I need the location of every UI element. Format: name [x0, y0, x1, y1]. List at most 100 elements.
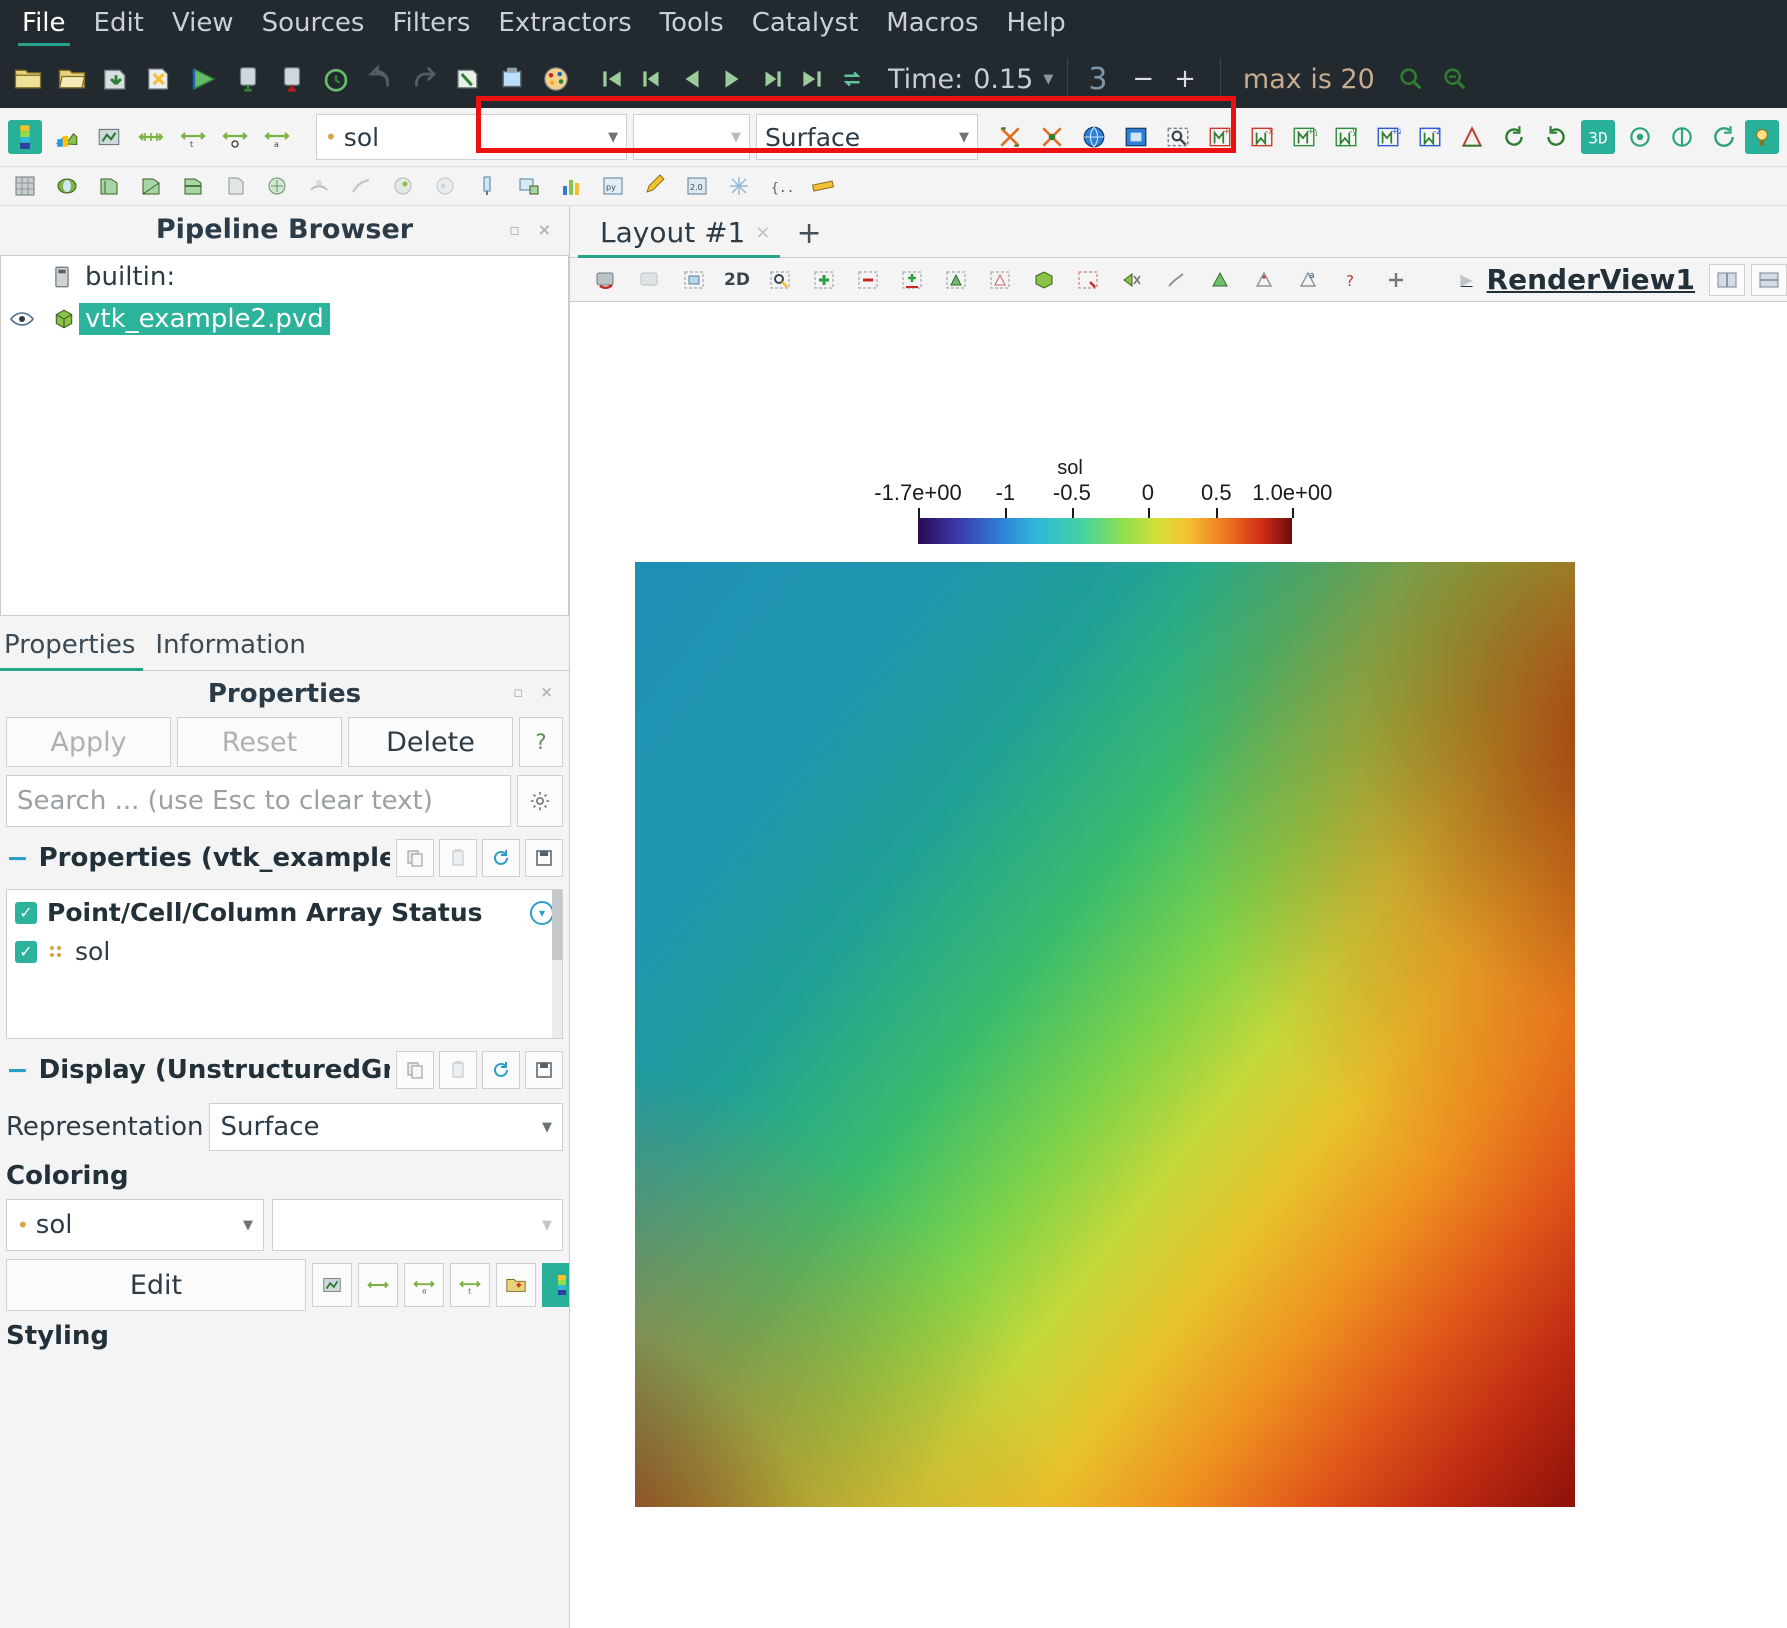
properties-section-header[interactable]: − Properties (vtk_example2.pvd) [0, 827, 569, 883]
restore-display-defaults-icon[interactable] [482, 1051, 520, 1089]
extract-subset-icon[interactable] [262, 171, 292, 201]
visibility-eye-icon[interactable] [5, 311, 39, 327]
restore-defaults-icon[interactable] [482, 839, 520, 877]
array-status-options-icon[interactable]: ▾ [530, 900, 554, 925]
timer-icon[interactable] [318, 61, 354, 97]
rescale-to-data-range-icon[interactable] [134, 120, 168, 154]
set-view-minus-z-icon[interactable]: -z [1413, 120, 1447, 154]
close-icon[interactable]: × [755, 222, 770, 243]
select-surface-cells-icon[interactable] [592, 266, 620, 294]
calculator-filter-icon[interactable] [52, 171, 82, 201]
advanced-properties-gear-icon[interactable] [517, 775, 563, 827]
edit-color-map-button[interactable]: Edit [6, 1259, 306, 1311]
view-menu-arrow-icon[interactable]: ▶ [1460, 270, 1472, 289]
frame-decrement-button[interactable]: − [1122, 64, 1164, 94]
set-view-minus-y-icon[interactable]: -y [1329, 120, 1363, 154]
disconnect-server-icon[interactable] [274, 61, 310, 97]
toggle-interactive-mode-icon[interactable]: 3D [1581, 120, 1615, 154]
edit-color-map-icon[interactable] [50, 120, 84, 154]
interactive-select-cells-icon[interactable] [942, 266, 970, 294]
chevron-down-icon-3[interactable]: ▼ [949, 130, 969, 145]
rotate-90-ccw-icon[interactable] [1497, 120, 1531, 154]
time-dropdown-caret[interactable]: ▼ [1043, 72, 1053, 87]
chevron-down-icon-6[interactable]: ▼ [542, 1218, 552, 1233]
save-display-defaults-icon[interactable] [525, 1051, 563, 1089]
copy-properties-icon[interactable] [396, 839, 434, 877]
edit-color-legend-icon[interactable] [312, 1263, 352, 1307]
copy-display-icon[interactable] [396, 1051, 434, 1089]
choose-preset-icon[interactable] [496, 1263, 536, 1307]
screenshot-icon[interactable] [494, 61, 530, 97]
camera-undo-icon[interactable] [450, 61, 486, 97]
previous-frame-button[interactable] [635, 62, 669, 96]
array-item-sol[interactable]: ✓ sol [7, 927, 562, 966]
subtract-selection-icon[interactable] [854, 266, 882, 294]
grow-selection-icon[interactable] [898, 266, 926, 294]
split-vertical-button[interactable] [1751, 263, 1787, 296]
toggle-color-legend-button[interactable] [542, 1263, 569, 1307]
chevron-down-icon[interactable]: ▼ [598, 130, 618, 145]
connect-icon[interactable] [186, 61, 222, 97]
hover-cells-icon[interactable] [1162, 266, 1190, 294]
collapse-icon-2[interactable]: − [6, 1055, 33, 1086]
frame-index-input[interactable]: 3 [1082, 62, 1122, 97]
color-component-combo[interactable]: ▼ [633, 114, 750, 160]
camera-box-icon[interactable] [1119, 120, 1153, 154]
clip-filter-icon[interactable] [136, 171, 166, 201]
last-frame-button[interactable] [795, 62, 829, 96]
menu-edit[interactable]: Edit [80, 4, 158, 46]
time-value[interactable]: 0.15 [973, 64, 1033, 95]
threshold-filter-icon[interactable] [220, 171, 250, 201]
rescale-custom-range-icon[interactable]: a [260, 120, 294, 154]
interactive-select-points-icon[interactable] [986, 266, 1014, 294]
add-layout-tab-button[interactable]: + [780, 216, 837, 257]
menu-filters[interactable]: Filters [378, 4, 484, 46]
reset-camera-closest-icon[interactable] [1455, 120, 1489, 154]
expression-icon[interactable]: {..} [766, 171, 796, 201]
frame-increment-button[interactable]: + [1164, 64, 1206, 94]
menu-tools[interactable]: Tools [646, 4, 738, 46]
hover-annotate-icon[interactable]: a [1294, 266, 1322, 294]
array-status-box[interactable]: ✓ Point/Cell/Column Array Status ▾ ✓ sol [6, 889, 563, 1039]
surface-dataset-render[interactable] [635, 562, 1575, 1507]
pipeline-item-vtk-example2[interactable]: vtk_example2.pvd [1, 298, 568, 340]
chevron-down-icon-5[interactable]: ▼ [243, 1218, 253, 1233]
display-section-header[interactable]: − Display (UnstructuredGridRepresentatio… [0, 1039, 569, 1095]
play-reverse-button[interactable] [675, 62, 709, 96]
color-palette-icon[interactable] [538, 61, 574, 97]
representation-combo[interactable]: Surface ▼ [209, 1103, 563, 1151]
extract-selection-icon[interactable] [514, 171, 544, 201]
slice-filter-icon[interactable] [178, 171, 208, 201]
rescale-custom-icon[interactable] [92, 120, 126, 154]
set-view-plus-y-icon[interactable]: +y [1287, 120, 1321, 154]
add-selection-icon[interactable] [810, 266, 838, 294]
hover-points-icon[interactable] [1206, 266, 1234, 294]
warp-filter-icon[interactable] [388, 171, 418, 201]
rescale-to-visible-icon[interactable] [218, 120, 252, 154]
add-widget-icon[interactable] [1382, 266, 1410, 294]
render-view-canvas[interactable]: sol -1.7e+00 -1 -0.5 0 0.5 1.0e+00 [570, 302, 1787, 1628]
spreadsheet-icon[interactable] [10, 171, 40, 201]
stream-tracer-icon[interactable] [346, 171, 376, 201]
delete-button[interactable]: Delete [348, 717, 513, 767]
chevron-down-icon-4[interactable]: ▼ [542, 1120, 552, 1135]
menu-sources[interactable]: Sources [248, 4, 379, 46]
array-item-checkbox[interactable]: ✓ [15, 940, 37, 963]
array-box-scrollbar[interactable] [552, 890, 562, 1038]
pipeline-item-builtin[interactable]: builtin: [1, 256, 568, 298]
select-blocks-icon[interactable] [1030, 266, 1058, 294]
ruler-icon[interactable] [808, 171, 838, 201]
python-shell-icon[interactable]: 2.0 [682, 171, 712, 201]
rescale-over-time-icon[interactable]: t [176, 120, 210, 154]
zoom-selection-icon[interactable] [1161, 120, 1195, 154]
menu-macros[interactable]: Macros [872, 4, 992, 46]
apply-button[interactable]: Apply [6, 717, 171, 767]
toggle-color-legend-icon[interactable] [8, 120, 42, 154]
redo-icon[interactable] [406, 61, 442, 97]
split-horizontal-button[interactable] [1709, 263, 1745, 296]
paste-display-icon[interactable] [439, 1051, 477, 1089]
coloring-component-combo[interactable]: ▼ [272, 1199, 563, 1251]
menu-extractors[interactable]: Extractors [484, 4, 645, 46]
camera-rotate-2-icon[interactable] [1665, 120, 1699, 154]
set-view-plus-x-icon[interactable]: +x [1203, 120, 1237, 154]
